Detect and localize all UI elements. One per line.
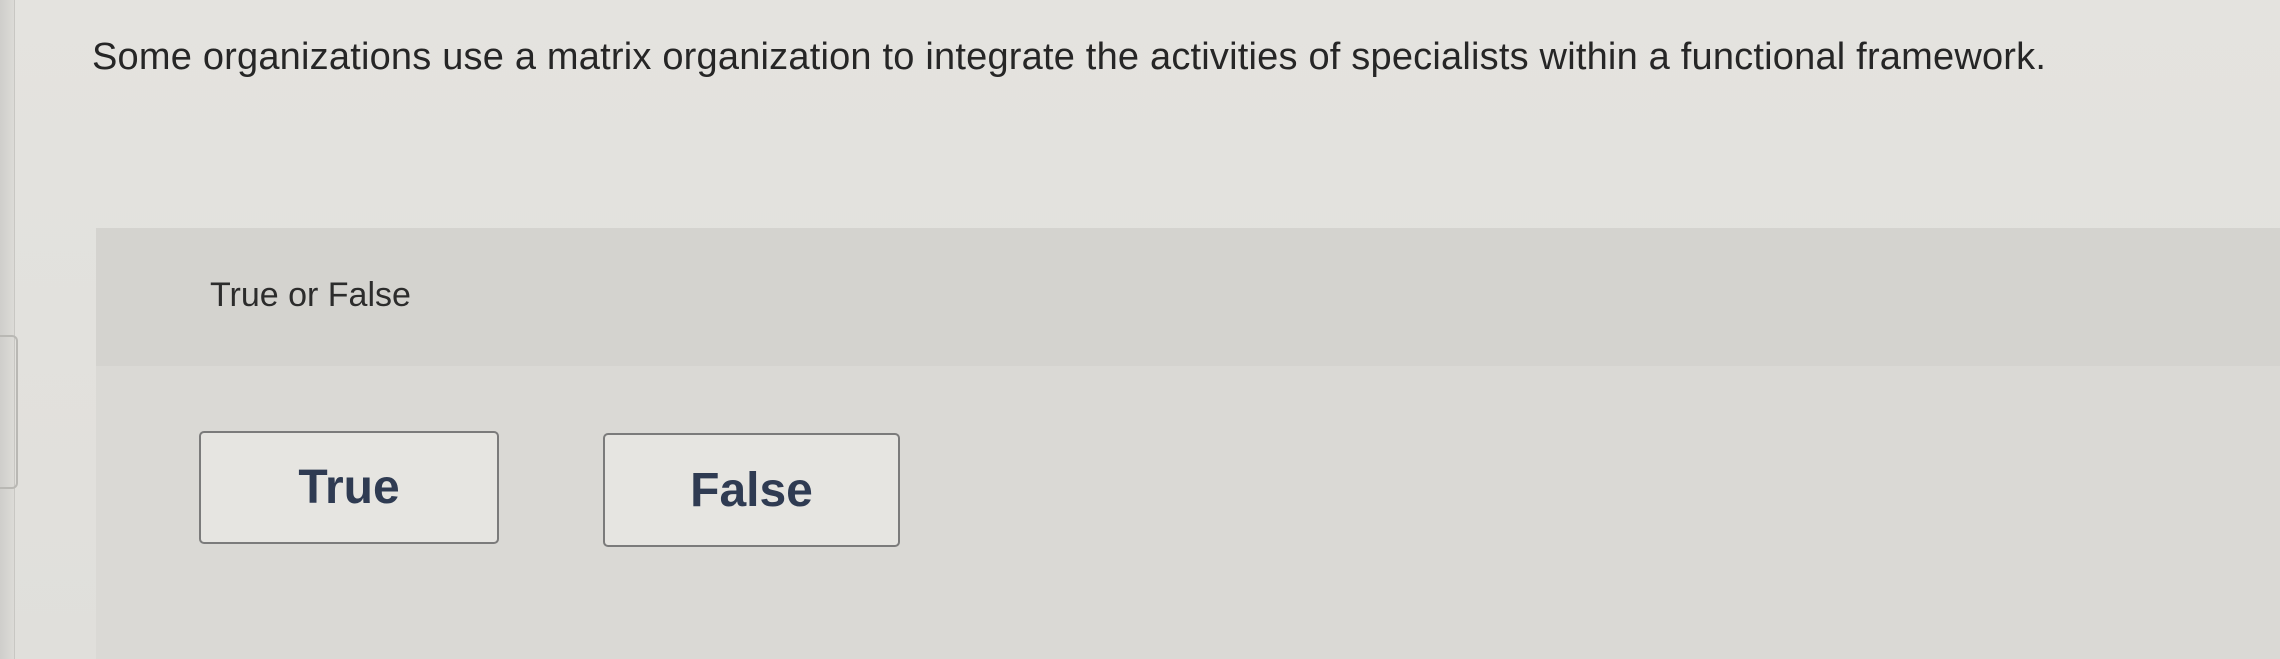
side-tab <box>0 335 18 489</box>
question-type-label: True or False <box>210 276 411 314</box>
true-button[interactable]: True <box>199 431 499 544</box>
answer-panel-header: True or False <box>96 228 2280 366</box>
question-prompt: Some organizations use a matrix organiza… <box>92 36 2047 78</box>
left-edge-panel <box>0 0 15 659</box>
quiz-page: Some organizations use a matrix organiza… <box>0 0 2280 659</box>
false-button[interactable]: False <box>603 433 900 547</box>
